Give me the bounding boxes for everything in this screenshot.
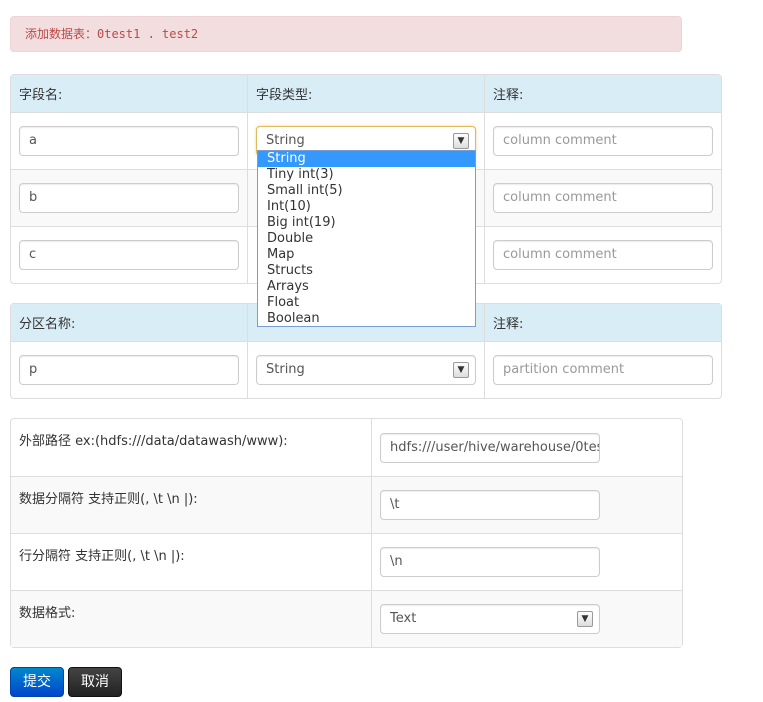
type-option-float[interactable]: Float [258,295,475,311]
chevron-down-icon[interactable]: ▼ [577,611,593,627]
header-partition-comment: 注释: [484,304,721,341]
partition-type-select[interactable]: String ▼ [256,355,476,385]
type-option-boolean[interactable]: Boolean [258,311,475,327]
type-option-structs[interactable]: Structs [258,263,475,279]
external-path-input[interactable]: hdfs:///user/hive/warehouse/0test [380,432,600,463]
header-partition-name: 分区名称: [11,304,247,341]
field-name-input-c[interactable]: c [19,240,239,270]
type-option-int[interactable]: Int(10) [258,199,475,215]
data-format-select[interactable]: Text ▼ [380,604,600,634]
data-delimiter-label: 数据分隔符 支持正则(, \t \n |): [11,476,371,533]
chevron-down-icon[interactable]: ▼ [453,362,469,378]
header-field-type: 字段类型: [247,75,484,112]
alert-message: 添加数据表：0test1 . test2 [10,16,682,52]
external-path-label: 外部路径 ex:(hdfs:///data/datawash/www): [19,434,288,449]
table-row: 行分隔符 支持正则(, \t \n |): \n [11,533,682,590]
type-option-arrays[interactable]: Arrays [258,279,475,295]
table-row: p String ▼ partition comment [11,341,721,398]
chevron-down-icon[interactable]: ▼ [453,133,469,149]
field-comment-input-a[interactable]: column comment [493,126,713,156]
data-format-value: Text [390,611,417,626]
header-field-comment: 注释: [484,75,721,112]
submit-button[interactable]: 提交 [10,667,64,697]
field-name-input-b[interactable]: b [19,183,239,213]
header-field-name: 字段名: [11,75,247,112]
field-type-dropdown-list[interactable]: String Tiny int(3) Small int(5) Int(10) … [257,150,476,327]
data-delimiter-input[interactable]: \t [380,490,600,520]
type-option-big-int[interactable]: Big int(19) [258,215,475,231]
fields-header-row: 字段名: 字段类型: 注释: [11,75,721,112]
field-type-value: String [266,133,305,148]
table-row: 外部路径 ex:(hdfs:///data/datawash/www): hdf… [11,419,682,476]
line-delimiter-label: 行分隔符 支持正则(, \t \n |): [11,533,371,590]
partition-name-input[interactable]: p [19,355,239,385]
table-row: 数据格式: Text ▼ [11,590,682,647]
type-option-small-int[interactable]: Small int(5) [258,183,475,199]
field-comment-input-c[interactable]: column comment [493,240,713,270]
type-option-map[interactable]: Map [258,247,475,263]
field-comment-input-b[interactable]: column comment [493,183,713,213]
data-format-label: 数据格式: [11,590,371,647]
external-settings-table: 外部路径 ex:(hdfs:///data/datawash/www): hdf… [10,418,683,648]
table-row: 数据分隔符 支持正则(, \t \n |): \t [11,476,682,533]
line-delimiter-input[interactable]: \n [380,547,600,577]
field-name-input-a[interactable]: a [19,126,239,156]
type-option-string[interactable]: String [258,151,475,167]
cancel-button[interactable]: 取消 [68,667,122,697]
type-option-double[interactable]: Double [258,231,475,247]
partition-type-value: String [266,362,305,377]
partition-comment-input[interactable]: partition comment [493,355,713,385]
type-option-tiny-int[interactable]: Tiny int(3) [258,167,475,183]
